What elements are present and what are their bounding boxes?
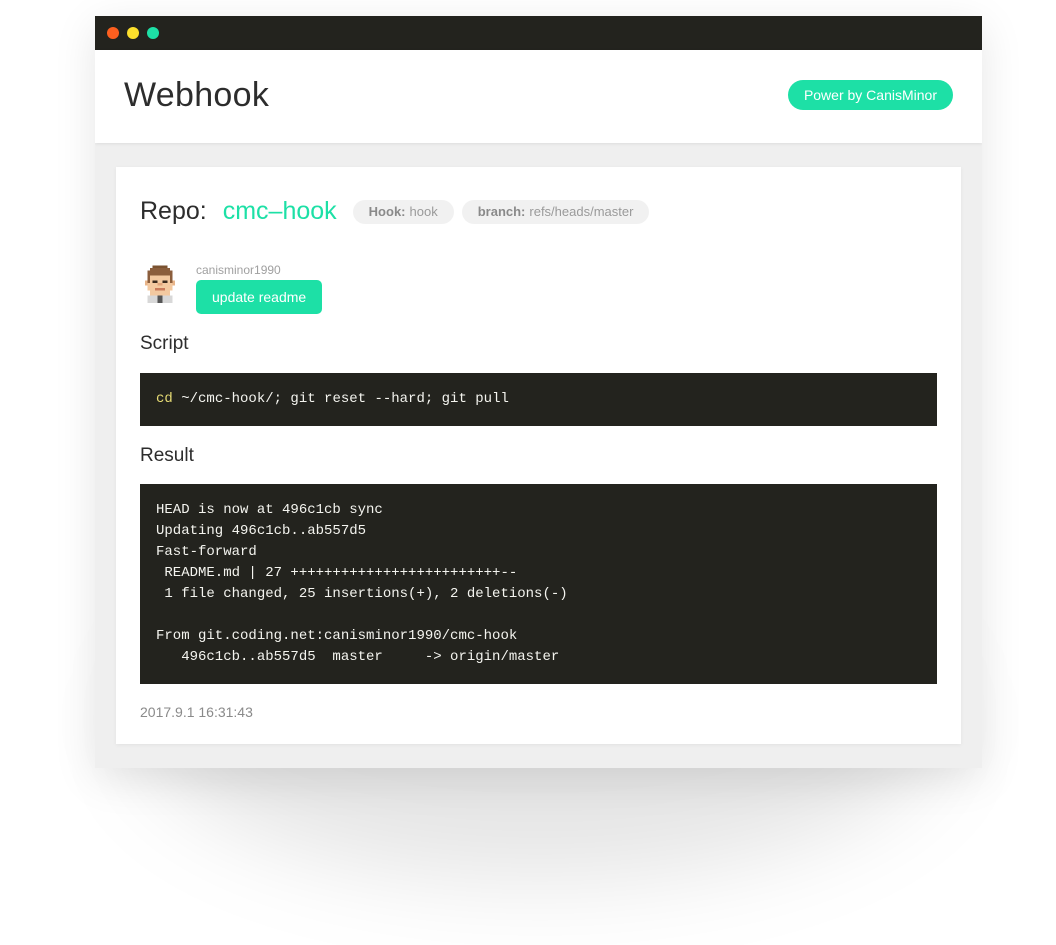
repo-row: Repo: cmc–hook Hook: hook branch: refs/h…	[140, 197, 657, 226]
script-command-args: ~/cmc-hook/; git reset --hard; git pull	[172, 391, 509, 407]
result-code-block: HEAD is now at 496c1cb sync Updating 496…	[140, 484, 937, 684]
commit-author: canisminor1990	[196, 263, 281, 277]
stage: Webhook Power by CanisMinor Repo: cmc–ho…	[0, 0, 1056, 945]
script-heading: Script	[140, 333, 189, 354]
zoom-window-icon[interactable]	[147, 27, 159, 39]
repo-label: Repo:	[140, 197, 207, 225]
commit-message-button[interactable]: update readme	[196, 280, 323, 314]
result-output: HEAD is now at 496c1cb sync Updating 496…	[156, 502, 568, 665]
branch-badge: branch: refs/heads/master	[461, 199, 650, 224]
webhook-card: Repo: cmc–hook Hook: hook branch: refs/h…	[116, 167, 961, 744]
repo-name: cmc–hook	[222, 197, 337, 225]
title-bar	[95, 16, 982, 50]
branch-badge-key: branch:	[477, 204, 526, 219]
pixel-avatar-icon	[145, 265, 175, 303]
power-by-button[interactable]: Power by CanisMinor	[787, 80, 953, 110]
page-title: Webhook	[124, 76, 270, 114]
run-timestamp: 2017.9.1 16:31:43	[140, 704, 253, 720]
script-command-keyword: cd	[156, 391, 173, 407]
branch-badge-value: refs/heads/master	[529, 204, 634, 219]
result-heading: Result	[140, 445, 194, 466]
hook-badge-value: hook	[409, 204, 438, 219]
app-header: Webhook Power by CanisMinor	[95, 50, 982, 143]
app-window: Webhook Power by CanisMinor Repo: cmc–ho…	[95, 16, 982, 768]
hook-badge-key: Hook:	[368, 204, 406, 219]
minimize-window-icon[interactable]	[127, 27, 139, 39]
hook-badge: Hook: hook	[352, 199, 454, 224]
close-window-icon[interactable]	[107, 27, 119, 39]
script-code-block: cd ~/cmc-hook/; git reset --hard; git pu…	[140, 373, 937, 426]
